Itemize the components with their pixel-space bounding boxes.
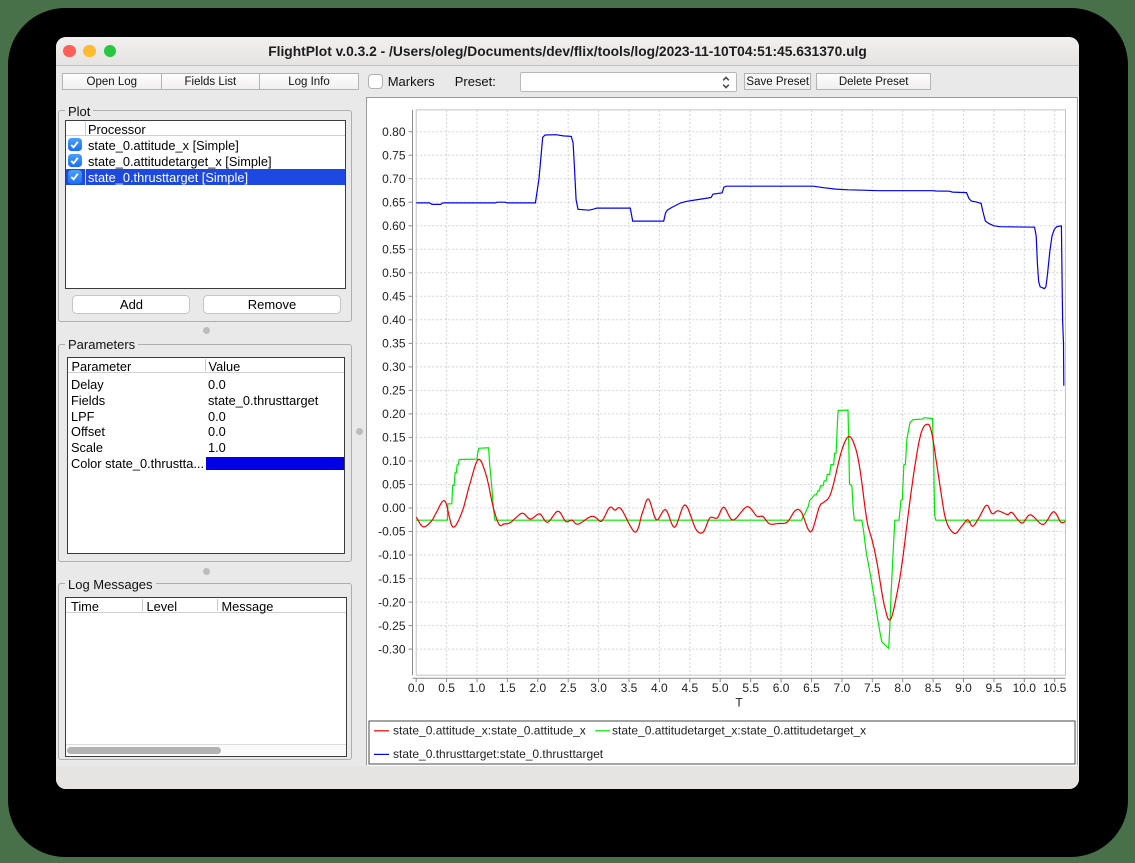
svg-text:0.10: 0.10 <box>382 454 406 468</box>
svg-text:7.0: 7.0 <box>834 681 851 695</box>
svg-text:10.0: 10.0 <box>1013 681 1037 695</box>
svg-text:state_0.attitude_x:state_0.att: state_0.attitude_x:state_0.attitude_x <box>393 724 586 738</box>
svg-text:0.30: 0.30 <box>382 360 406 374</box>
svg-text:0.80: 0.80 <box>382 125 406 139</box>
svg-text:0.50: 0.50 <box>382 266 406 280</box>
svg-text:8.0: 8.0 <box>894 681 911 695</box>
svg-text:6.5: 6.5 <box>803 681 820 695</box>
svg-text:0.65: 0.65 <box>382 196 406 210</box>
svg-text:-0.15: -0.15 <box>378 572 406 586</box>
svg-text:3.0: 3.0 <box>590 681 607 695</box>
svg-text:0.60: 0.60 <box>382 219 406 233</box>
svg-text:10.5: 10.5 <box>1043 681 1067 695</box>
svg-text:0.20: 0.20 <box>382 407 406 421</box>
svg-text:-0.05: -0.05 <box>378 525 406 539</box>
svg-text:-0.10: -0.10 <box>378 548 406 562</box>
svg-text:9.0: 9.0 <box>955 681 972 695</box>
svg-text:0.55: 0.55 <box>382 243 406 257</box>
svg-text:state_0.thrusttarget:state_0.t: state_0.thrusttarget:state_0.thrusttarge… <box>393 747 604 761</box>
svg-text:2.5: 2.5 <box>560 681 577 695</box>
svg-text:1.0: 1.0 <box>469 681 486 695</box>
svg-text:3.5: 3.5 <box>621 681 638 695</box>
svg-text:5.5: 5.5 <box>742 681 759 695</box>
svg-text:2.0: 2.0 <box>529 681 546 695</box>
svg-text:0.00: 0.00 <box>382 501 406 515</box>
svg-text:5.0: 5.0 <box>712 681 729 695</box>
svg-text:4.0: 4.0 <box>651 681 668 695</box>
svg-text:0.75: 0.75 <box>382 149 406 163</box>
svg-text:0.5: 0.5 <box>438 681 455 695</box>
svg-text:8.5: 8.5 <box>925 681 942 695</box>
svg-text:-0.20: -0.20 <box>378 595 406 609</box>
svg-text:0.0: 0.0 <box>408 681 425 695</box>
svg-text:6.0: 6.0 <box>773 681 790 695</box>
svg-text:0.45: 0.45 <box>382 290 406 304</box>
svg-text:T: T <box>735 696 743 710</box>
svg-text:4.5: 4.5 <box>681 681 698 695</box>
svg-text:9.5: 9.5 <box>986 681 1003 695</box>
svg-text:-0.30: -0.30 <box>378 642 406 656</box>
svg-text:0.35: 0.35 <box>382 337 406 351</box>
svg-text:7.5: 7.5 <box>864 681 881 695</box>
svg-text:0.40: 0.40 <box>382 313 406 327</box>
svg-text:state_0.attitudetarget_x:state: state_0.attitudetarget_x:state_0.attitud… <box>612 724 866 738</box>
svg-text:0.25: 0.25 <box>382 384 406 398</box>
svg-text:1.5: 1.5 <box>499 681 516 695</box>
svg-text:0.05: 0.05 <box>382 478 406 492</box>
svg-text:0.15: 0.15 <box>382 431 406 445</box>
svg-text:-0.25: -0.25 <box>378 619 406 633</box>
svg-text:0.70: 0.70 <box>382 172 406 186</box>
